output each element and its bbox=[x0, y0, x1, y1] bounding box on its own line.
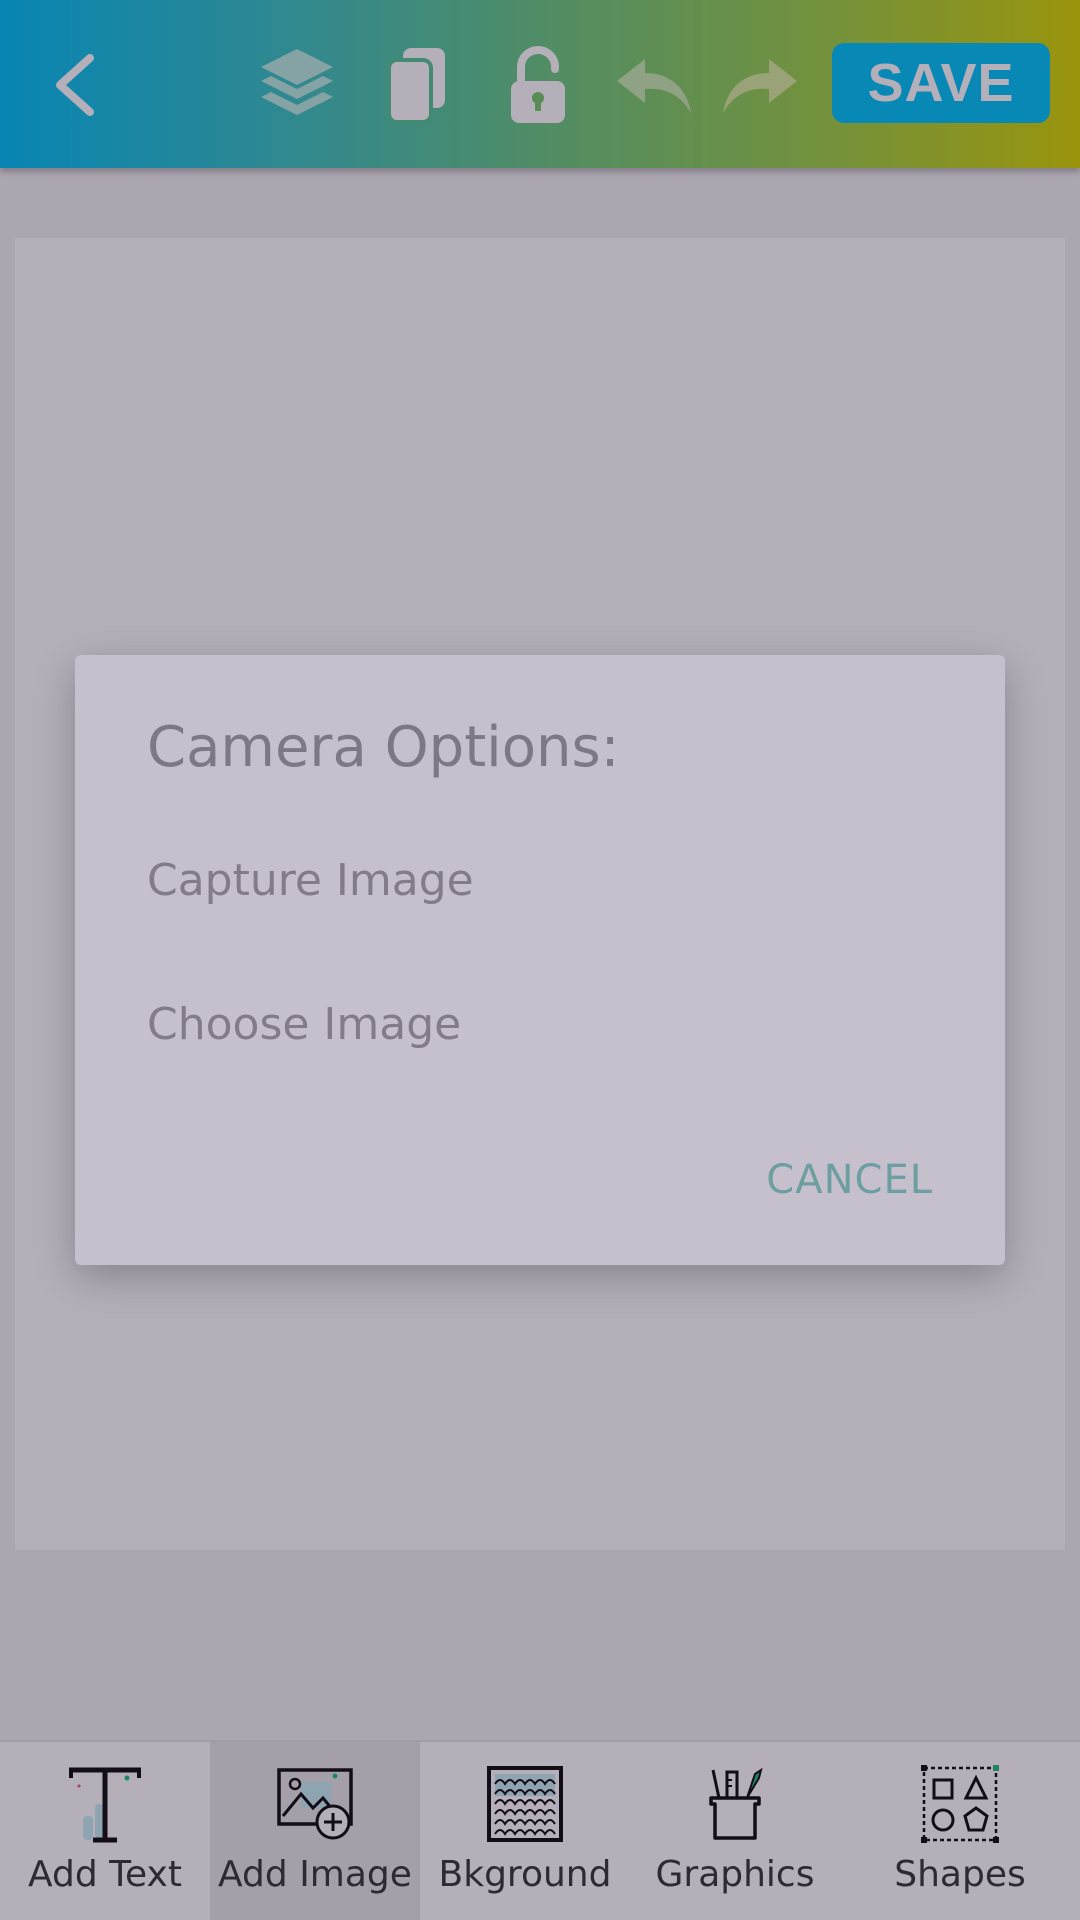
redo-button[interactable] bbox=[718, 50, 802, 120]
back-button[interactable] bbox=[40, 40, 110, 130]
lock-button[interactable] bbox=[500, 40, 576, 130]
background-label: Bkground bbox=[438, 1854, 612, 1895]
layers-icon bbox=[261, 49, 333, 115]
cancel-button[interactable]: CANCEL bbox=[766, 1157, 933, 1203]
text-icon bbox=[69, 1767, 141, 1843]
camera-options-dialog: Camera Options: Capture Image Choose Ima… bbox=[75, 655, 1005, 1265]
top-toolbar: SAVE bbox=[0, 0, 1080, 168]
add-text-tool[interactable]: Add Text bbox=[0, 1742, 210, 1920]
undo-button[interactable] bbox=[612, 50, 696, 120]
dialog-title: Camera Options: bbox=[147, 715, 620, 780]
duplicate-button[interactable] bbox=[380, 42, 454, 128]
graphics-label: Graphics bbox=[655, 1854, 815, 1895]
redo-icon bbox=[723, 59, 797, 113]
bottom-toolbar: Add Text Add Image Bkground Graphics Sha… bbox=[0, 1740, 1080, 1920]
add-image-label: Add Image bbox=[218, 1854, 412, 1895]
shapes-label: Shapes bbox=[894, 1854, 1026, 1895]
graphics-tool[interactable]: Graphics bbox=[630, 1742, 840, 1920]
background-tool[interactable]: Bkground bbox=[420, 1742, 630, 1920]
shapes-icon bbox=[921, 1765, 999, 1843]
undo-icon bbox=[617, 59, 691, 113]
graphics-brush-icon bbox=[709, 1767, 763, 1840]
capture-image-option[interactable]: Capture Image bbox=[147, 855, 474, 906]
unlock-icon bbox=[511, 46, 565, 123]
copy-icon bbox=[387, 48, 445, 124]
save-button[interactable]: SAVE bbox=[832, 43, 1050, 123]
shapes-tool[interactable]: Shapes bbox=[840, 1742, 1080, 1920]
add-image-icon bbox=[277, 1768, 353, 1840]
add-text-label: Add Text bbox=[28, 1854, 182, 1895]
add-image-tool[interactable]: Add Image bbox=[210, 1742, 420, 1920]
choose-image-option[interactable]: Choose Image bbox=[147, 999, 461, 1050]
background-pattern-icon bbox=[487, 1766, 563, 1842]
chevron-left-icon bbox=[56, 54, 94, 116]
layers-button[interactable] bbox=[252, 42, 342, 128]
